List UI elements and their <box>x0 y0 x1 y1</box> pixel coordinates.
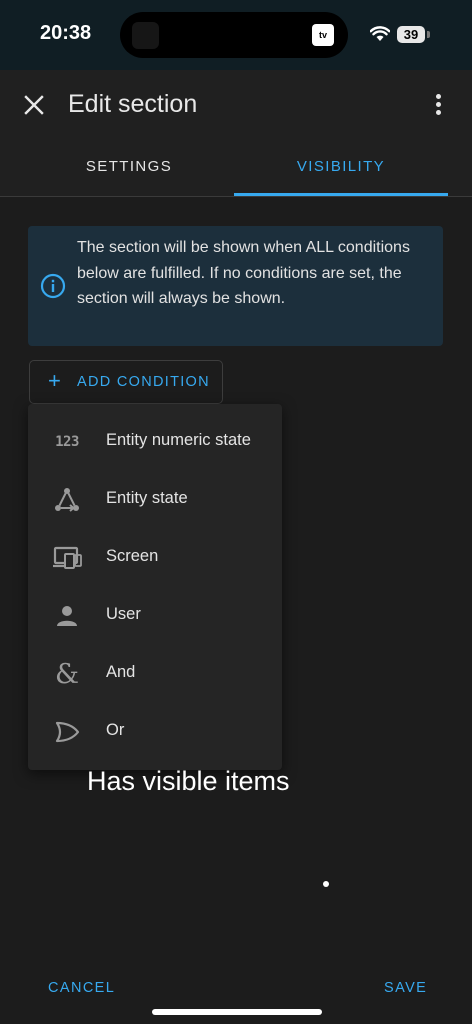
ampersand-icon: & <box>54 658 80 690</box>
save-button[interactable]: SAVE <box>384 980 427 996</box>
menu-item-screen[interactable]: Screen <box>28 529 282 586</box>
menu-item-user[interactable]: User <box>28 587 282 644</box>
more-vertical-dot <box>436 110 441 115</box>
status-bar: 20:38 tv 39 <box>0 0 472 70</box>
dialog-header: Edit section <box>0 70 472 140</box>
menu-item-or[interactable]: Or <box>28 703 282 760</box>
page-title: Edit section <box>68 90 198 118</box>
info-alert: The section will be shown when ALL condi… <box>28 226 443 346</box>
plus-icon: + <box>48 368 63 393</box>
add-condition-label: ADD CONDITION <box>77 374 210 390</box>
tab-bar: SETTINGS VISIBILITY <box>0 140 472 197</box>
info-text: The section will be shown when ALL condi… <box>77 239 410 307</box>
status-time: 20:38 <box>40 22 92 44</box>
tab-visibility[interactable]: VISIBILITY <box>234 140 448 194</box>
menu-item-entity-numeric-state[interactable]: 123 Entity numeric state <box>28 413 282 470</box>
add-condition-button[interactable]: + ADD CONDITION <box>29 360 223 404</box>
close-button[interactable] <box>20 91 48 119</box>
active-tab-indicator <box>234 193 448 196</box>
battery-indicator: 39 <box>397 26 425 43</box>
menu-item-label: Entity state <box>106 489 188 507</box>
menu-item-label: Screen <box>106 547 159 565</box>
close-icon <box>24 95 44 115</box>
dot-marker <box>323 881 329 887</box>
tab-settings[interactable]: SETTINGS <box>22 140 236 194</box>
condition-type-menu: 123 Entity numeric state Entity state Sc… <box>28 404 282 770</box>
dynamic-island: tv <box>120 12 348 58</box>
home-indicator[interactable] <box>152 1009 322 1015</box>
menu-item-and[interactable]: & And <box>28 645 282 702</box>
has-visible-items-text: Has visible items <box>87 766 290 796</box>
info-circle-icon <box>40 273 66 299</box>
responsive-screen-icon <box>50 544 84 572</box>
menu-item-label: Or <box>106 721 125 739</box>
camera-icon <box>132 22 159 49</box>
account-icon <box>50 602 84 630</box>
edit-section-dialog: 20:38 tv 39 Edit section SETTINGS VISIBI… <box>0 0 472 1024</box>
state-machine-icon <box>50 486 84 514</box>
menu-item-label: User <box>106 605 141 623</box>
menu-item-label: Entity numeric state <box>106 431 251 449</box>
numeric-icon: 123 <box>55 434 79 450</box>
battery-cap <box>427 31 430 38</box>
cancel-button[interactable]: CANCEL <box>48 980 115 996</box>
gate-or-icon <box>50 718 84 746</box>
menu-item-label: And <box>106 663 136 681</box>
more-vertical-icon <box>436 94 441 99</box>
apple-tv-icon: tv <box>312 24 334 46</box>
more-vertical-dot <box>436 102 441 107</box>
more-options-button[interactable] <box>426 92 450 118</box>
menu-item-entity-state[interactable]: Entity state <box>28 471 282 528</box>
wifi-icon <box>370 26 390 41</box>
